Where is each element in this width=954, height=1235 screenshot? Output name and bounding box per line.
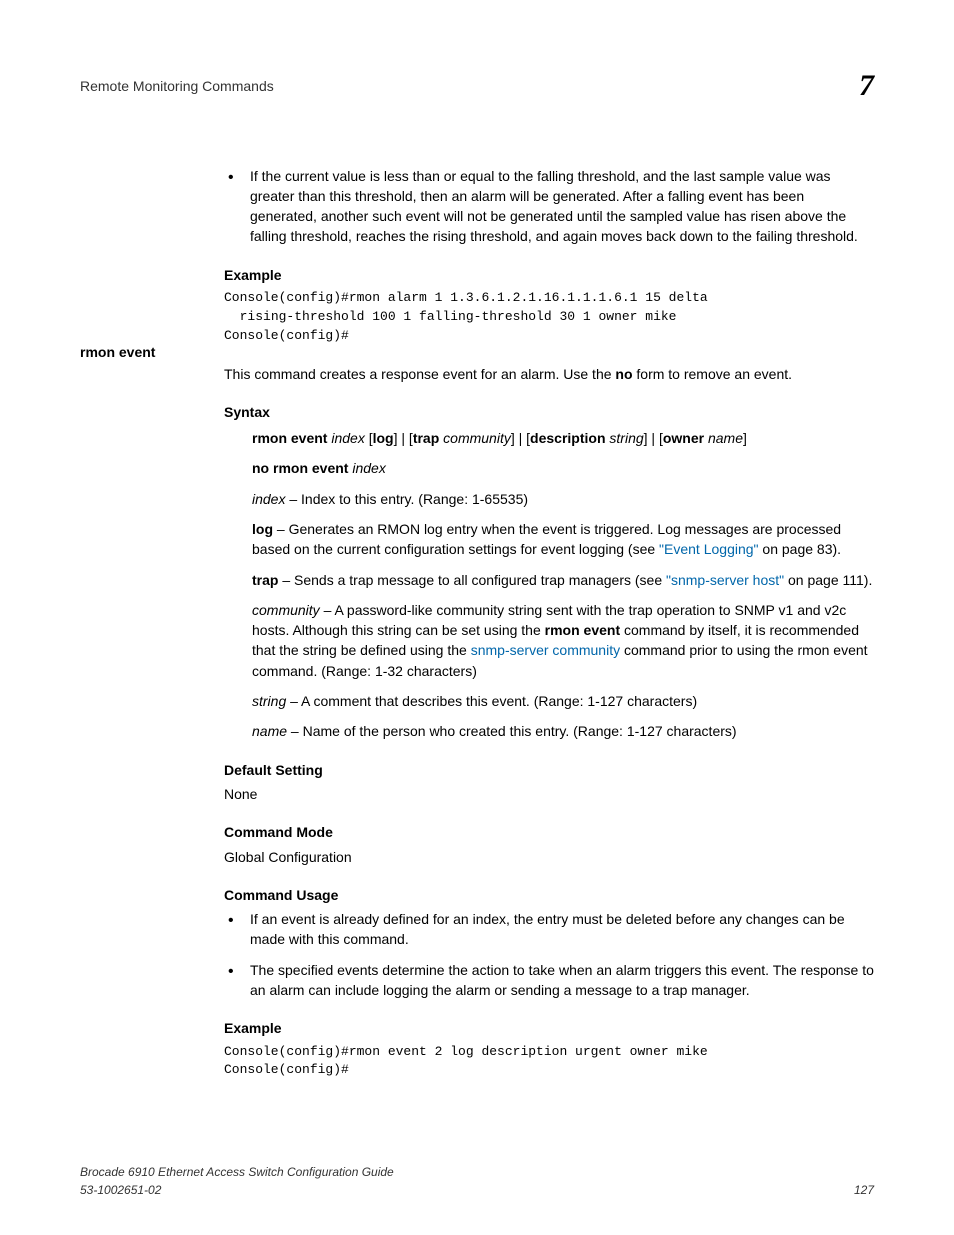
syn-t4: ] | [ <box>644 430 663 446</box>
param-community-bold: rmon event <box>545 622 620 638</box>
param-trap: trap – Sends a trap message to all confi… <box>252 570 874 590</box>
syn-index: index <box>331 430 364 446</box>
param-trap-name: trap <box>252 572 278 588</box>
chapter-number: 7 <box>859 64 874 108</box>
default-setting-value: None <box>224 784 874 804</box>
example-code-block: Console(config)#rmon alarm 1 1.3.6.1.2.1… <box>224 289 874 346</box>
example-heading: Example <box>224 265 874 285</box>
syn-t5: ] <box>743 430 747 446</box>
param-name-name: name <box>252 723 287 739</box>
param-string: string – A comment that describes this e… <box>252 691 874 711</box>
intro-text: This command creates a response event fo… <box>224 364 874 384</box>
param-string-name: string <box>252 693 286 709</box>
param-string-text: – A comment that describes this event. (… <box>286 693 697 709</box>
bullet-falling-threshold: If the current value is less than or equ… <box>224 166 874 247</box>
syn-t2: ] | [ <box>394 430 413 446</box>
syn-log: log <box>373 430 394 446</box>
intro-pre: This command creates a response event fo… <box>224 366 615 382</box>
param-log-name: log <box>252 521 273 537</box>
syn-owner: owner <box>663 430 708 446</box>
syntax-line-2: no rmon event index <box>252 458 874 478</box>
footer-guide-title: Brocade 6910 Ethernet Access Switch Conf… <box>80 1164 394 1181</box>
syn-t1: [ <box>365 430 373 446</box>
snmp-server-community-link[interactable]: snmp-server community <box>471 642 620 658</box>
syntax-line-1: rmon event index [log] | [trap community… <box>252 428 874 448</box>
syn-string: string <box>609 430 643 446</box>
syn-cmd: rmon event <box>252 430 331 446</box>
snmp-server-host-link[interactable]: "snmp-server host" <box>666 572 784 588</box>
page: Remote Monitoring Commands 7 If the curr… <box>0 0 954 1235</box>
command-mode-heading: Command Mode <box>224 822 874 842</box>
top-bullet-list: If the current value is less than or equ… <box>224 166 874 247</box>
param-index-text: – Index to this entry. (Range: 1-65535) <box>285 491 528 507</box>
page-header: Remote Monitoring Commands 7 <box>80 64 874 108</box>
syn-desc: description <box>530 430 609 446</box>
example2-heading: Example <box>224 1018 874 1038</box>
usage-bullet-1: If an event is already defined for an in… <box>224 909 874 950</box>
header-title: Remote Monitoring Commands <box>80 76 274 96</box>
rmon-event-section: This command creates a response event fo… <box>224 364 874 1081</box>
command-mode-value: Global Configuration <box>224 847 874 867</box>
syn-no-cmd: no rmon event <box>252 460 352 476</box>
command-name-heading: rmon event <box>80 342 155 362</box>
page-number: 127 <box>854 1182 874 1199</box>
usage-bullet-list: If an event is already defined for an in… <box>224 909 874 1000</box>
param-community: community – A password-like community st… <box>252 600 874 681</box>
page-footer: Brocade 6910 Ethernet Access Switch Conf… <box>80 1164 874 1199</box>
param-trap-text2: on page 111). <box>784 572 872 588</box>
event-logging-link[interactable]: "Event Logging" <box>659 541 758 557</box>
usage-bullet-2: The specified events determine the actio… <box>224 960 874 1001</box>
param-index: index – Index to this entry. (Range: 1-6… <box>252 489 874 509</box>
content-area: If the current value is less than or equ… <box>224 166 874 346</box>
syn-trap: trap <box>413 430 443 446</box>
intro-post: form to remove an event. <box>633 366 793 382</box>
intro-no: no <box>615 366 632 382</box>
syn-t3: ] | [ <box>511 430 530 446</box>
param-name: name – Name of the person who created th… <box>252 721 874 741</box>
param-community-name: community <box>252 602 320 618</box>
param-trap-text1: – Sends a trap message to all configured… <box>278 572 666 588</box>
syn-name: name <box>708 430 743 446</box>
command-usage-heading: Command Usage <box>224 885 874 905</box>
param-index-name: index <box>252 491 285 507</box>
syntax-heading: Syntax <box>224 402 874 422</box>
param-log: log – Generates an RMON log entry when t… <box>252 519 874 560</box>
example2-code-block: Console(config)#rmon event 2 log descrip… <box>224 1043 874 1081</box>
footer-left: Brocade 6910 Ethernet Access Switch Conf… <box>80 1164 394 1199</box>
syn-community: community <box>443 430 511 446</box>
footer-doc-number: 53-1002651-02 <box>80 1182 394 1199</box>
param-name-text: – Name of the person who created this en… <box>287 723 737 739</box>
syn-no-index: index <box>352 460 385 476</box>
default-setting-heading: Default Setting <box>224 760 874 780</box>
param-log-text2: on page 83). <box>759 541 842 557</box>
